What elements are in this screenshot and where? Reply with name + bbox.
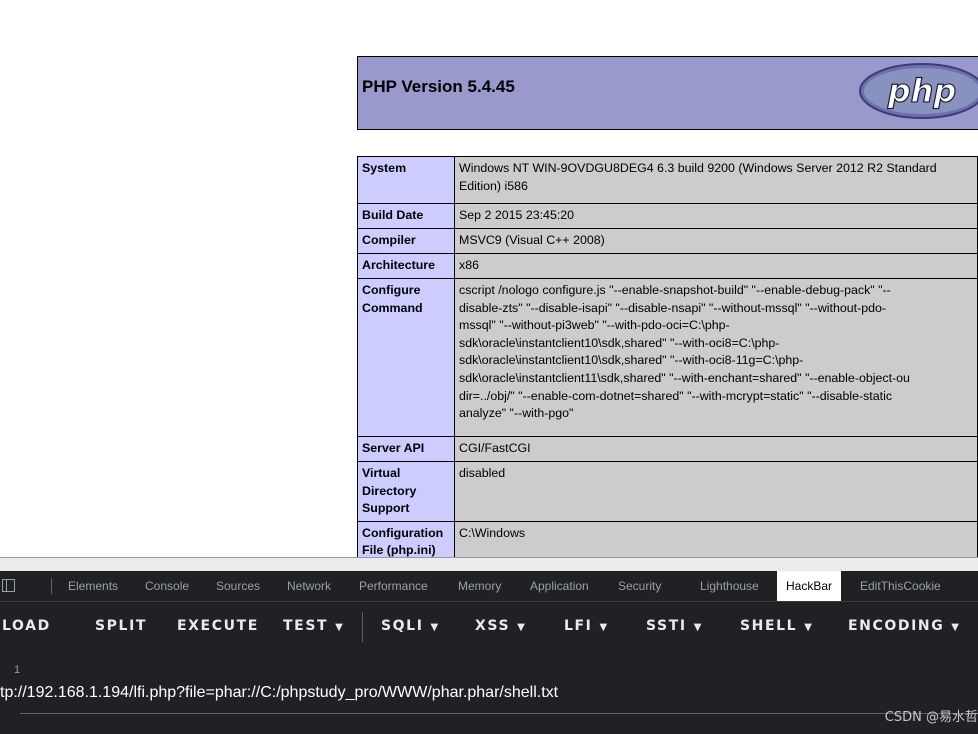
test-label: TEST [283, 618, 329, 634]
info-key: System [357, 156, 455, 204]
php-version-header: PHP Version 5.4.45 php [357, 56, 978, 130]
dock-side-icon[interactable] [2, 579, 15, 592]
info-row: Architecture x86 [357, 253, 978, 279]
info-value-line: x86 [459, 258, 479, 272]
info-value: x86 [454, 253, 978, 279]
info-key: Build Date [357, 203, 455, 229]
info-row: Build Date Sep 2 2015 23:45:20 [357, 203, 978, 229]
info-value-line: disabled [459, 466, 506, 480]
chevron-down-icon: ▼ [335, 622, 345, 633]
tab-hackbar[interactable]: HackBar [777, 571, 842, 601]
info-value: disabled [454, 461, 978, 522]
info-key: Architecture [357, 253, 455, 279]
info-value-line: MSVC9 (Visual C++ 2008) [459, 233, 605, 247]
tab-console[interactable]: Console [145, 571, 189, 601]
shell-dropdown[interactable]: SHELL ▼ [740, 618, 814, 634]
url-underline [20, 713, 978, 714]
tab-application[interactable]: Application [530, 571, 589, 601]
info-value: Sep 2 2015 23:45:20 [454, 203, 978, 229]
chevron-down-icon: ▼ [599, 622, 609, 633]
chevron-down-icon: ▼ [430, 622, 440, 633]
execute-button[interactable]: EXECUTE [177, 618, 259, 634]
info-value-line: dir=../obj/" "--enable-com-dotnet=shared… [459, 388, 893, 403]
info-value-line: cscript /nologo configure.js "--enable-s… [459, 283, 891, 297]
chevron-down-icon: ▼ [951, 622, 961, 633]
info-value-line: Sep 2 2015 23:45:20 [459, 208, 575, 222]
shell-label: SHELL [740, 618, 798, 634]
devtools-tabbar: Elements Console Sources Network Perform… [0, 571, 978, 602]
split-label: SPLIT [95, 618, 148, 634]
info-value: CGI/FastCGI [454, 436, 978, 462]
hackbar-toolbar: LOAD SPLIT EXECUTE TEST ▼ SQLI ▼ XSS ▼ LFI ▼… [0, 602, 978, 650]
info-value-line: analyze" "--with-pgo" [459, 406, 574, 421]
tab-memory[interactable]: Memory [458, 571, 501, 601]
info-value-line: C:\Windows [459, 525, 526, 540]
lfi-dropdown[interactable]: LFI ▼ [564, 618, 609, 634]
tab-elements[interactable]: Elements [68, 571, 118, 601]
xss-label: XSS [475, 618, 511, 634]
info-value-line: Windows NT WIN-9OVDGU8DEG4 6.3 build 920… [459, 161, 937, 175]
tab-divider [51, 578, 52, 594]
url-input-text[interactable]: tp://192.168.1.194/lfi.php?file=phar://C… [0, 684, 558, 702]
info-value-line: CGI/FastCGI [459, 441, 531, 455]
info-row: Compiler MSVC9 (Visual C++ 2008) [357, 228, 978, 254]
tab-lighthouse[interactable]: Lighthouse [700, 571, 759, 601]
info-value-line: sdk\oracle\instantclient10\sdk,shared" "… [459, 335, 780, 350]
info-key: Configure Command [357, 278, 455, 437]
php-info-table: System Windows NT WIN-9OVDGU8DEG4 6.3 bui… [357, 156, 978, 582]
chevron-down-icon: ▼ [517, 622, 527, 633]
info-key: Virtual Directory Support [357, 461, 455, 522]
encoding-label: ENCODING [848, 618, 945, 634]
line-number: 1 [14, 664, 21, 676]
info-row: Server API CGI/FastCGI [357, 436, 978, 462]
ssti-dropdown[interactable]: SSTI ▼ [646, 618, 703, 634]
sqli-label: SQLI [381, 618, 424, 634]
chevron-down-icon: ▼ [804, 622, 814, 633]
xss-dropdown[interactable]: XSS ▼ [475, 618, 526, 634]
info-row: Virtual Directory Support disabled [357, 461, 978, 522]
execute-label: EXECUTE [177, 618, 259, 634]
split-button[interactable]: SPLIT [95, 618, 147, 634]
info-value-line: disable-zts" "--disable-isapi" "--disabl… [459, 300, 887, 315]
load-label: LOAD [2, 618, 51, 634]
tab-performance[interactable]: Performance [359, 571, 428, 601]
info-value: Windows NT WIN-9OVDGU8DEG4 6.3 build 920… [454, 156, 978, 204]
tab-security[interactable]: Security [618, 571, 661, 601]
url-editor[interactable]: 1 tp://192.168.1.194/lfi.php?file=phar:/… [0, 650, 978, 734]
load-button[interactable]: LOAD [2, 618, 51, 634]
info-value-line: Edition) i586 [459, 178, 528, 193]
lfi-label: LFI [564, 618, 593, 634]
php-version-title: PHP Version 5.4.45 [362, 77, 515, 96]
php-logo-text: php [887, 72, 957, 110]
info-key: Server API [357, 436, 455, 462]
info-value: MSVC9 (Visual C++ 2008) [454, 228, 978, 254]
toolbar-divider [362, 612, 363, 642]
chevron-down-icon: ▼ [693, 622, 703, 633]
test-dropdown[interactable]: TEST ▼ [283, 618, 344, 634]
info-value-line: sdk\oracle\instantclient11\sdk,shared" "… [459, 370, 910, 385]
info-key: Compiler [357, 228, 455, 254]
php-logo-icon: php [859, 63, 978, 119]
info-row: System Windows NT WIN-9OVDGU8DEG4 6.3 bui… [357, 156, 978, 204]
tab-editthiscookie[interactable]: EditThisCookie [860, 571, 941, 601]
sqli-dropdown[interactable]: SQLI ▼ [381, 618, 440, 634]
devtools-resize-handle[interactable] [0, 557, 978, 571]
info-value: cscript /nologo configure.js "--enable-s… [454, 278, 978, 437]
tab-sources[interactable]: Sources [216, 571, 260, 601]
tab-network[interactable]: Network [287, 571, 331, 601]
ssti-label: SSTI [646, 618, 687, 634]
info-value-line: sdk\oracle\instantclient10\sdk,shared" "… [459, 353, 804, 368]
info-value-line: mssql" "--without-pi3web" "--with-pdo-oc… [459, 318, 730, 333]
info-row: Configure Command cscript /nologo configu… [357, 278, 978, 437]
encoding-dropdown[interactable]: ENCODING ▼ [848, 618, 961, 634]
watermark: CSDN @易水哲 [884, 710, 978, 725]
